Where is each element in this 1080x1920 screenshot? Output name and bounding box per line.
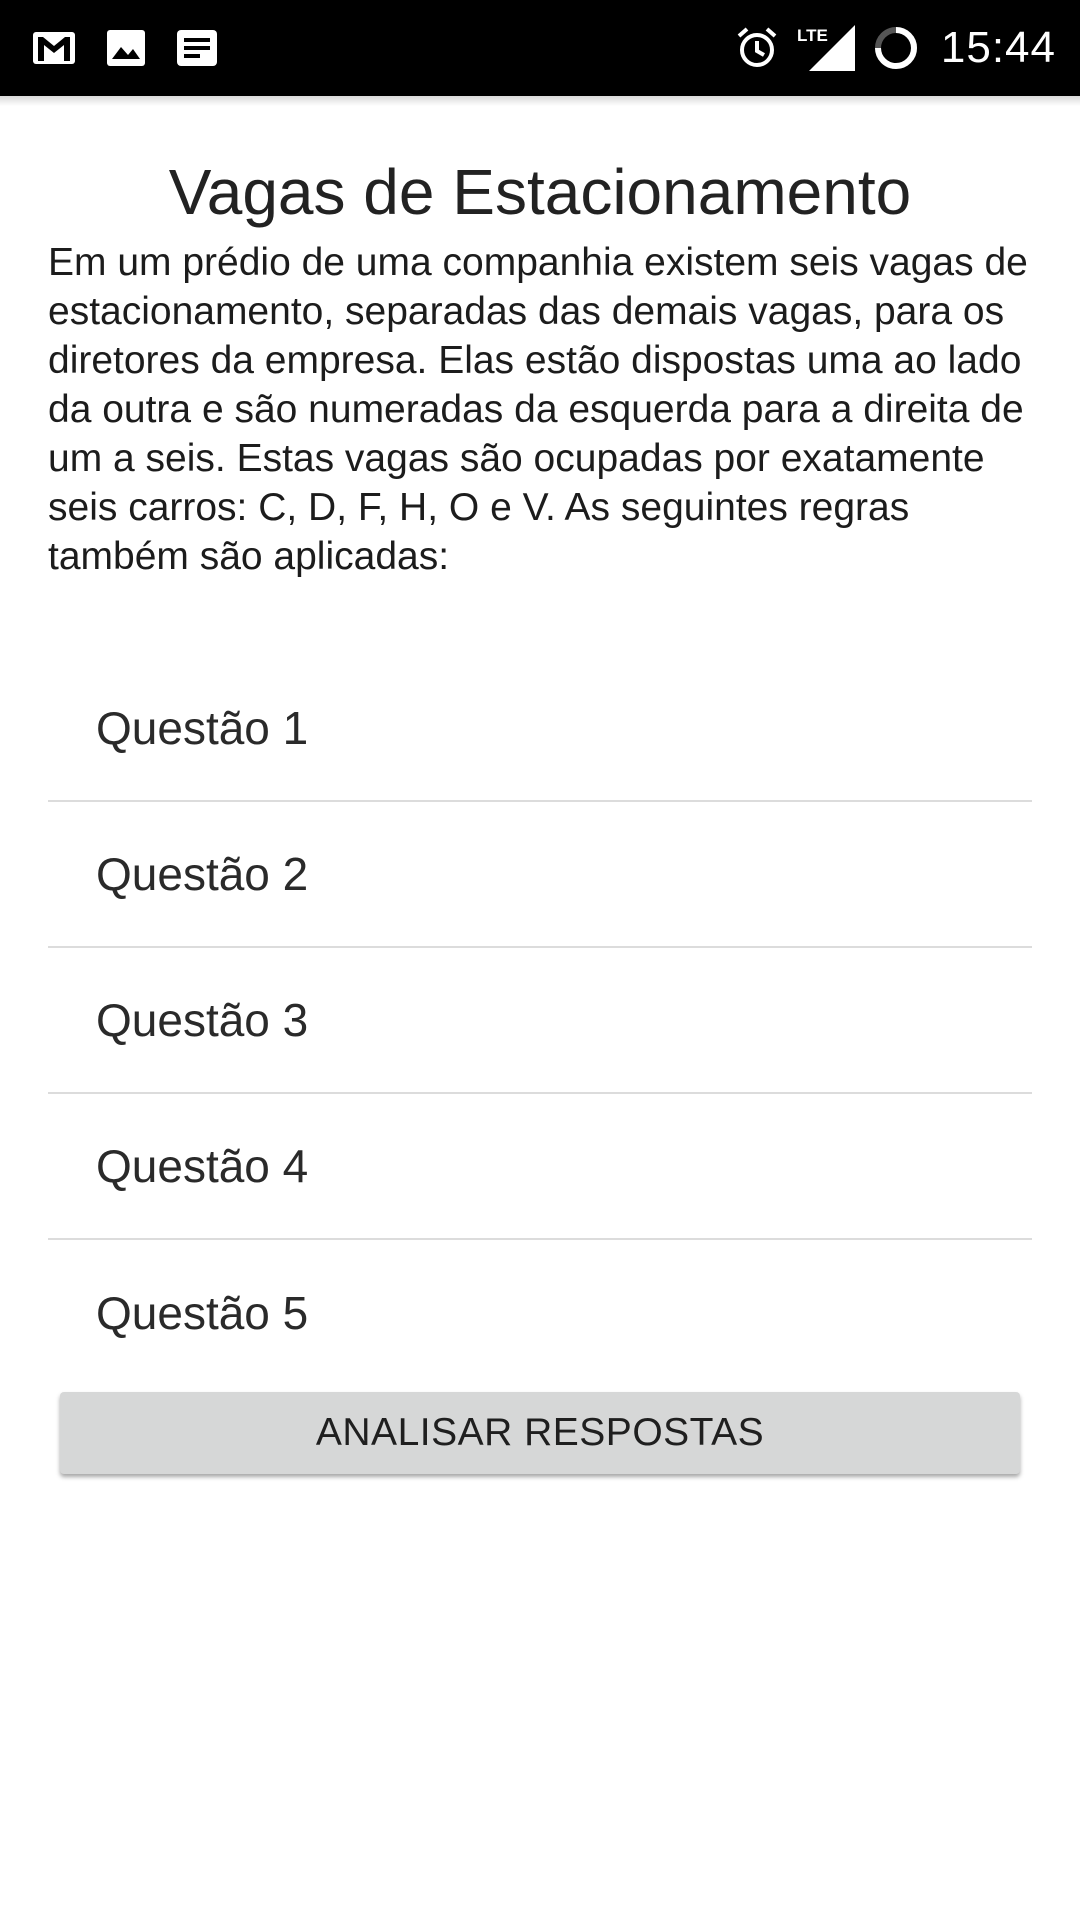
system-icons: LTE 15:44 (735, 10, 1056, 86)
notification-icons (32, 18, 218, 78)
question-item-5[interactable]: Questão 5 (48, 1240, 1032, 1386)
clock: 15:44 (940, 23, 1056, 72)
status-bar: LTE 15:44 (0, 0, 1080, 96)
question-item-3[interactable]: Questão 3 (48, 948, 1032, 1094)
question-item-1[interactable]: Questão 1 (48, 656, 1032, 802)
alarm-icon (735, 26, 779, 70)
battery-loading-icon (873, 25, 919, 71)
toolbar-shadow (0, 96, 1080, 106)
analyze-answers-button[interactable]: ANALISAR RESPOSTAS (60, 1392, 1020, 1474)
lte-signal-icon: LTE (797, 23, 855, 73)
description-text: Em um prédio de uma companhia existem se… (48, 241, 1028, 578)
notes-icon (176, 29, 218, 67)
question-item-2[interactable]: Questão 2 (48, 802, 1032, 948)
page-title: Vagas de Estacionamento (168, 156, 912, 228)
image-icon (106, 29, 146, 67)
intro-section: Vagas de Estacionamento Em um prédio de … (48, 150, 1032, 581)
gmail-icon (32, 31, 76, 65)
question-list: Questão 1 Questão 2 Questão 3 Questão 4 … (48, 656, 1032, 1386)
question-item-4[interactable]: Questão 4 (48, 1094, 1032, 1240)
network-label: LTE (797, 26, 828, 45)
